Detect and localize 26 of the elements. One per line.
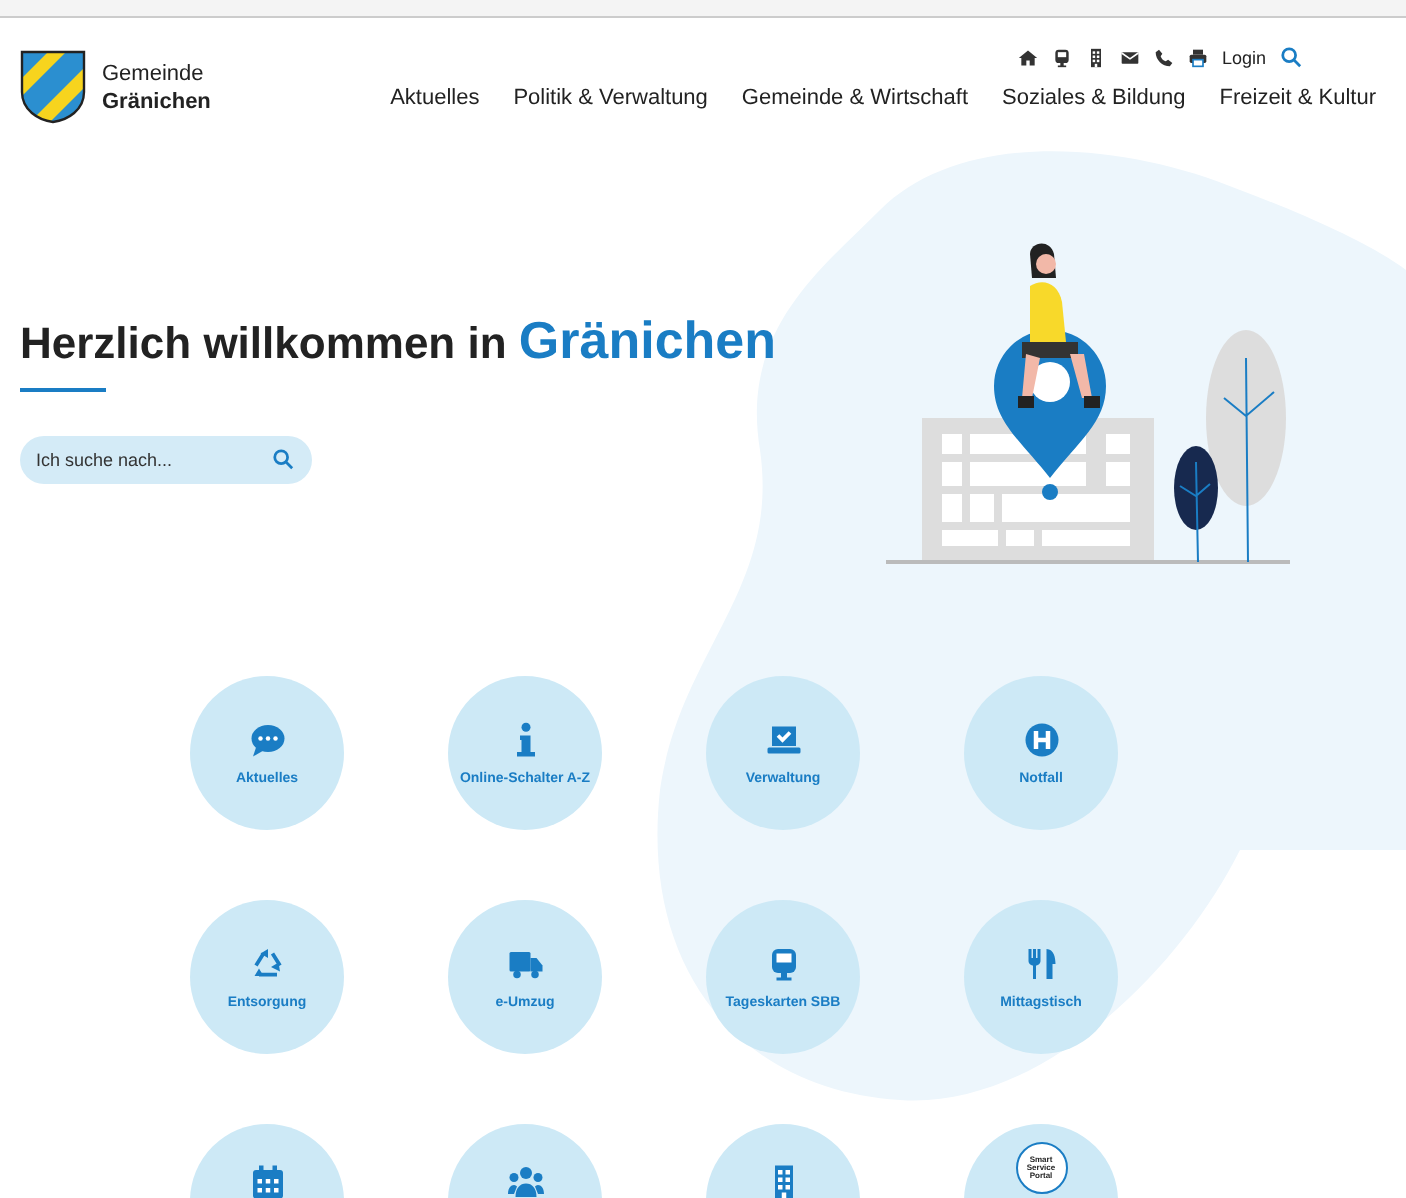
nav-link[interactable]: Freizeit & Kultur [1219,86,1376,110]
hospital-sign-icon [1023,721,1059,757]
calendar-icon [249,1164,285,1198]
people-icon [507,1164,543,1198]
search-icon [272,448,294,470]
train-icon [1051,47,1072,67]
phone-icon [1153,47,1174,67]
laptop-check-icon [765,721,801,757]
logo-name: Gränichen [102,87,211,115]
nav-link[interactable]: Politik & Verwaltung [513,86,708,110]
search-field[interactable]: Ich suche nach... [20,436,312,484]
speech-bubble-icon [249,721,285,757]
hero-title: Herzlich willkommen in Gränichen [20,310,776,372]
search-icon [1280,46,1302,68]
mail-icon [1119,47,1140,67]
home-icon [1017,47,1038,67]
nav-link[interactable]: Soziales & Bildung [1002,86,1186,110]
login-link[interactable]: Login [1221,47,1266,67]
nav-link[interactable]: Aktuelles [390,86,480,110]
fork-and-knife-icon [1023,945,1059,981]
nav-link[interactable]: Gemeinde & Wirtschaft [741,86,969,110]
recycle-icon [249,945,285,981]
printer-icon [1187,47,1208,67]
logo-text: Gemeinde [102,59,206,87]
building-icon [1085,47,1106,67]
coat-of-arms-logo[interactable] [20,50,86,124]
